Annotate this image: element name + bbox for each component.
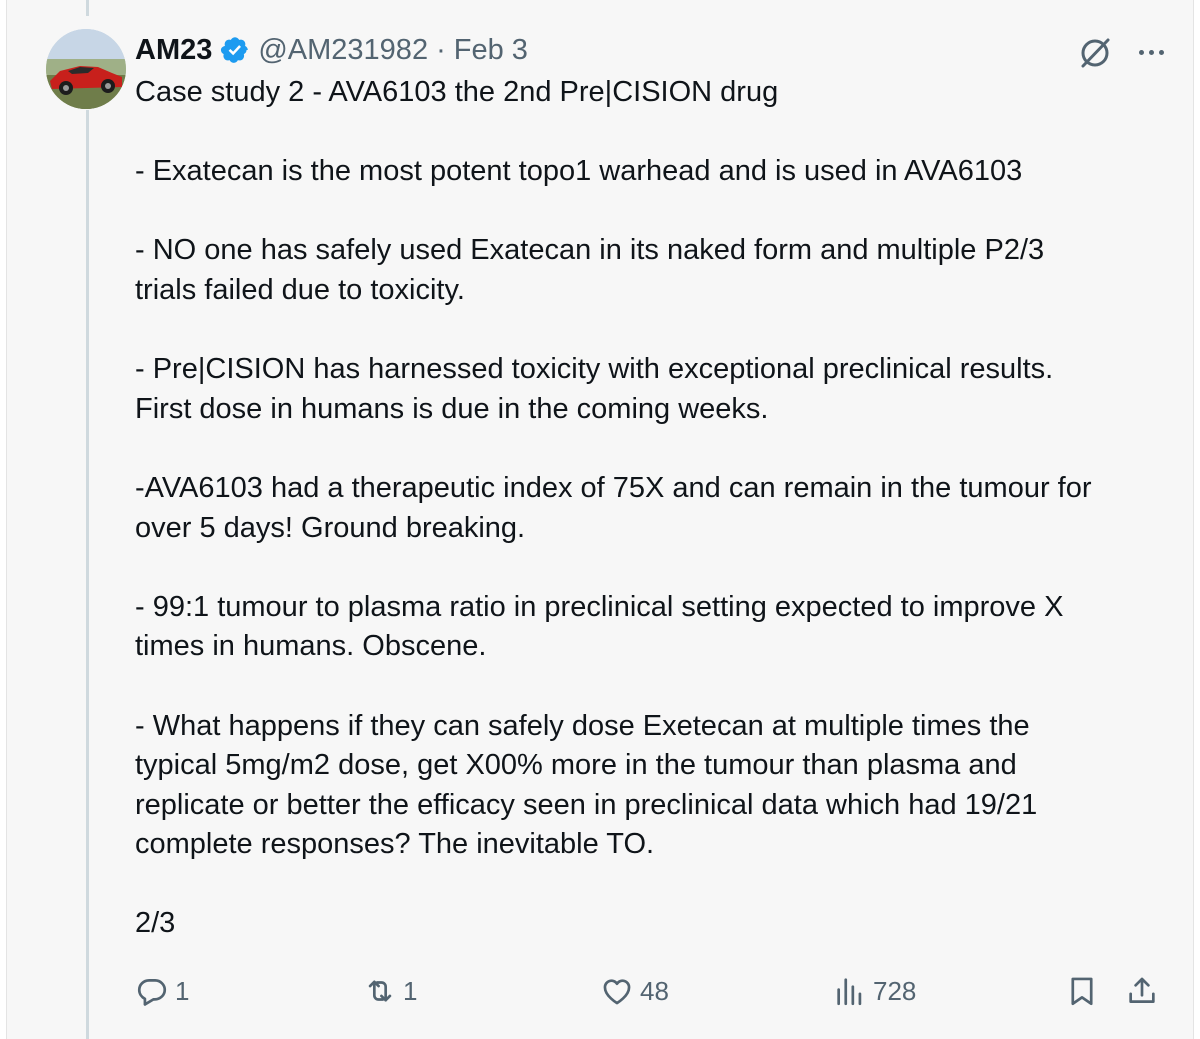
share-icon <box>1129 977 1155 1003</box>
tweet-card[interactable]: AM23 @AM231982 · Feb 3 Case study 2 - AV… <box>6 0 1194 1039</box>
tweet-header: AM23 @AM231982 · Feb 3 <box>135 30 528 70</box>
action-bar: 1 1 48 728 <box>135 968 1165 1014</box>
tweet-date[interactable]: Feb 3 <box>454 34 528 67</box>
bookmark-icon <box>1071 977 1093 1006</box>
views-icon <box>837 978 862 1006</box>
like-button[interactable]: 48 <box>600 968 669 1014</box>
tweet-paragraph: - What happens if they can safely dose E… <box>135 709 1038 861</box>
like-icon <box>603 979 631 1005</box>
more-icon[interactable] <box>1131 35 1171 69</box>
display-name[interactable]: AM23 <box>135 34 212 67</box>
tweet-paragraph: -AVA6103 had a therapeutic index of 75X … <box>135 471 1092 544</box>
avatar-car-image <box>46 29 126 109</box>
verified-badge-icon <box>221 37 249 63</box>
thread-line-top <box>86 0 89 16</box>
reply-count: 1 <box>175 975 190 1006</box>
repost-button[interactable]: 1 <box>363 968 417 1014</box>
reply-icon <box>137 979 167 1006</box>
repost-count: 1 <box>403 975 418 1006</box>
tweet-paragraph: - NO one has safely used Exatecan in its… <box>135 234 1045 306</box>
avatar[interactable] <box>46 29 126 109</box>
repost-icon <box>368 980 392 1002</box>
view-count: 728 <box>873 975 917 1006</box>
thread-line <box>86 110 89 1039</box>
tweet-paragraph: - Pre|CISION has harnessed toxicity with… <box>135 353 1054 425</box>
separator-dot: · <box>436 33 446 66</box>
bookmark-button[interactable] <box>1065 968 1099 1014</box>
tweet-text: Case study 2 - AVA6103 the 2nd Pre|CISIO… <box>135 73 1175 944</box>
tweet-paragraph: - 99:1 tumour to plasma ratio in preclin… <box>135 590 1064 663</box>
like-count: 48 <box>640 975 669 1006</box>
tweet-paragraph: 2/3 <box>135 907 176 940</box>
user-handle[interactable]: @AM231982 <box>258 34 428 67</box>
reply-button[interactable]: 1 <box>135 968 189 1014</box>
tweet-paragraph: - Exatecan is the most potent topo1 warh… <box>135 155 1023 188</box>
views-button[interactable]: 728 <box>833 968 916 1014</box>
grok-icon[interactable] <box>1075 33 1115 73</box>
tweet-paragraph: Case study 2 - AVA6103 the 2nd Pre|CISIO… <box>135 76 779 108</box>
share-button[interactable] <box>1125 968 1159 1014</box>
